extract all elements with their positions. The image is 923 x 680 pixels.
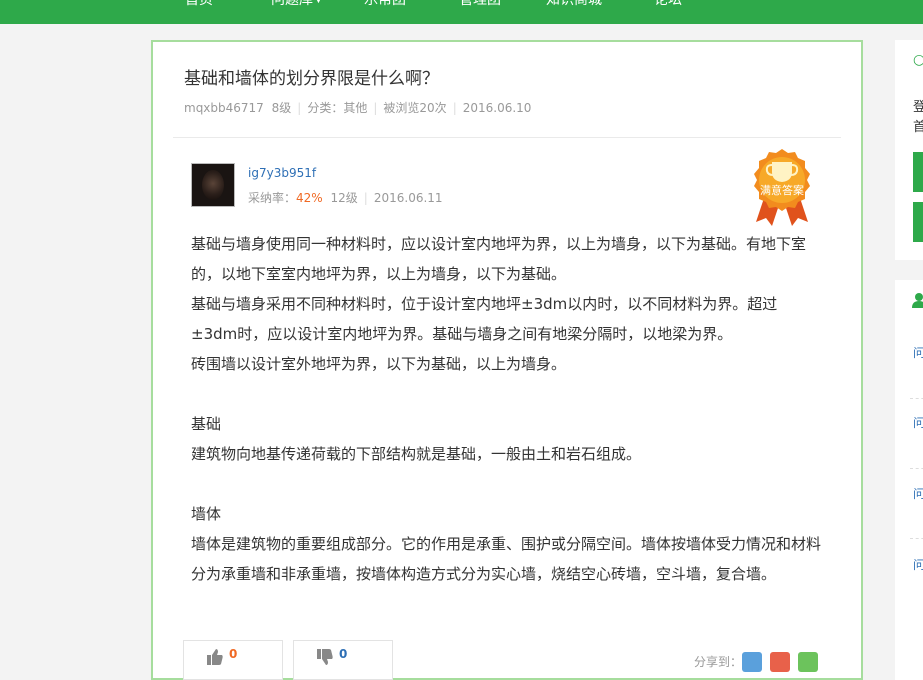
downvote-count: 0: [339, 647, 348, 661]
share-label: 分享到：: [694, 655, 743, 669]
view-count: 被浏览20次: [383, 101, 447, 115]
avatar[interactable]: [191, 163, 235, 207]
circle-icon: ○: [913, 52, 923, 68]
qzone-icon[interactable]: [770, 652, 790, 672]
answerer-level: 12级: [330, 191, 358, 205]
register-button[interactable]: [913, 202, 923, 242]
answer-date: 2016.06.11: [373, 191, 443, 205]
question-meta: mqxbb46717 8级 | 分类：其他 | 被浏览20次 | 2016.06.10: [184, 99, 531, 116]
login-panel: ○ 登 首: [895, 40, 923, 260]
divider: [173, 137, 841, 138]
asker-level: 8级: [271, 101, 292, 115]
related-question-link[interactable]: 问: [913, 414, 923, 431]
divider: [910, 468, 923, 469]
asker-username[interactable]: mqxbb46717: [184, 101, 264, 115]
answer-paragraph: 砖围墙以设计室外地坪为界，以下为基础，以上为墙身。: [191, 355, 567, 373]
answer-heading: 基础: [191, 415, 222, 433]
nav-help-group[interactable]: 乐帮团: [364, 0, 406, 8]
answerer-username[interactable]: ig7y3b951f: [248, 166, 316, 180]
answer-paragraph: 基础与墙身使用同一种材料时，应以设计室内地坪为界，以上为墙身，以下为基础。有地下…: [191, 235, 807, 283]
nav-home[interactable]: 首页: [185, 0, 213, 8]
divider: [910, 538, 923, 539]
upvote-count: 0: [229, 647, 238, 661]
related-question-link[interactable]: 问: [913, 344, 923, 361]
answer-body: 基础与墙身使用同一种材料时，应以设计室内地坪为界，以上为墙身，以下为基础。有地下…: [191, 229, 821, 589]
login-text: 登: [913, 100, 923, 115]
weibo-icon[interactable]: [742, 652, 762, 672]
answer-paragraph: 建筑物向地基传递荷载的下部结构就是基础，一般由土和岩石组成。: [191, 445, 642, 463]
downvote-button[interactable]: 0: [293, 640, 393, 680]
nav-question-library[interactable]: 问题库 ▼: [271, 0, 322, 8]
meta-separator: |: [363, 191, 368, 205]
badge-label: 满意答案: [760, 184, 804, 197]
answer-paragraph: 基础与墙身采用不同种材料时，位于设计室内地坪±3dm以内时，以不同材料为界。超过…: [191, 295, 778, 343]
login-button[interactable]: [913, 152, 923, 192]
thumbs-down-icon: [317, 649, 333, 665]
answerer-meta: 采纳率：42% 12级 | 2016.06.11: [248, 189, 443, 206]
question-date: 2016.06.10: [462, 101, 532, 115]
answer-heading: 墙体: [191, 505, 222, 523]
avatar-face: [202, 170, 224, 200]
question-category: 分类：其他: [307, 101, 368, 115]
accept-rate-value: 42%: [296, 191, 323, 205]
login-text: 首: [913, 120, 923, 135]
related-question-link[interactable]: 问: [913, 485, 923, 502]
nav-admin-group[interactable]: 管理团: [459, 0, 501, 8]
chevron-down-icon: ▼: [315, 0, 322, 5]
top-navigation: 首页 问题库 ▼ 乐帮团 管理团 知识商城 论坛: [0, 0, 923, 24]
best-answer-badge: 满意答案: [750, 148, 814, 228]
related-questions-panel: 问 问 问 问: [895, 280, 923, 680]
nav-forum[interactable]: 论坛: [654, 0, 682, 8]
upvote-button[interactable]: 0: [183, 640, 283, 680]
user-icon: [912, 293, 923, 308]
meta-separator: |: [452, 101, 457, 115]
nav-question-library-label: 问题库: [271, 0, 313, 8]
nav-knowledge-mall[interactable]: 知识商城: [546, 0, 602, 8]
question-card: 基础和墙体的划分界限是什么啊？ mqxbb46717 8级 | 分类：其他 | 被浏览2…: [151, 40, 863, 680]
meta-separator: |: [373, 101, 378, 115]
accept-rate-label: 采纳率：: [248, 191, 297, 205]
answer-paragraph: 墙体是建筑物的重要组成部分。它的作用是承重、围护或分隔空间。墙体按墙体受力情况和…: [191, 535, 822, 583]
related-question-link[interactable]: 问: [913, 556, 923, 573]
wechat-icon[interactable]: [798, 652, 818, 672]
thumbs-up-icon: [207, 649, 223, 665]
divider: [910, 398, 923, 399]
question-title: 基础和墙体的划分界限是什么啊？: [184, 69, 439, 89]
meta-separator: |: [297, 101, 302, 115]
